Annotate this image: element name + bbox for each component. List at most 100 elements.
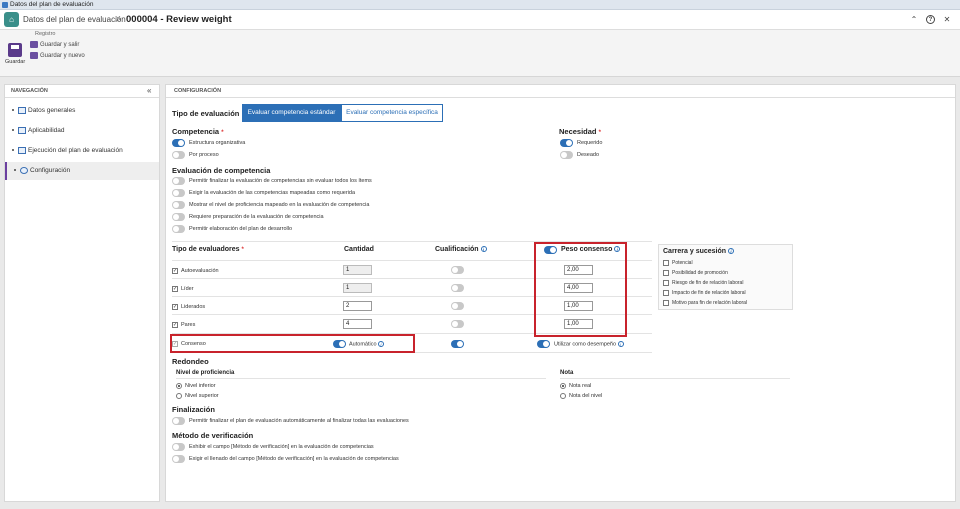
toggle-requerido[interactable] xyxy=(560,139,573,147)
bullet-icon xyxy=(12,109,14,111)
toggle-label: Exigir la evaluación de las competencias… xyxy=(189,190,356,196)
carrera-item-label: Riesgo de fin de relación laboral xyxy=(672,280,744,286)
required-icon: * xyxy=(221,130,224,136)
close-icon[interactable]: ✕ xyxy=(942,15,952,25)
checkbox-autoevaluacion[interactable]: ✓ xyxy=(172,268,178,274)
radio-nota-nivel[interactable] xyxy=(560,393,566,399)
finalizacion-title: Finalización xyxy=(172,405,215,414)
cualificacion-text: Cualificación xyxy=(435,246,479,253)
utilizar-label: Utilizar como desempeño i xyxy=(554,341,624,347)
app-window-icon xyxy=(2,2,8,8)
gear-icon xyxy=(20,167,28,174)
toggle-cualificacion-pares[interactable] xyxy=(451,320,464,328)
toggle-utilizar-desempeno[interactable] xyxy=(537,340,550,348)
metodo-verificacion-title: Método de verificación xyxy=(172,431,254,440)
toggle-mostrar-nivel[interactable] xyxy=(172,201,185,209)
bullet-icon xyxy=(14,169,16,171)
toggle-label: Exigir el llenado del campo [Método de v… xyxy=(189,456,399,462)
checkbox-liderados[interactable]: ✓ xyxy=(172,304,178,310)
toggle-cualificacion-liderados[interactable] xyxy=(451,302,464,310)
info-icon[interactable]: i xyxy=(617,341,624,347)
competencia-title-text: Competencia xyxy=(172,127,220,136)
necesidad-title-text: Necesidad xyxy=(559,127,597,136)
toggle-cualificacion-autoevaluacion[interactable] xyxy=(451,266,464,274)
cantidad-input-lider[interactable]: 1 xyxy=(343,283,372,293)
row-label: Liderados xyxy=(181,304,206,310)
toggle-label: Mostrar el nivel de proficiencia mapeado… xyxy=(189,202,370,208)
toggle-exigir-evaluacion[interactable] xyxy=(172,189,185,197)
radio-label: Nivel superior xyxy=(185,393,219,399)
checkbox-pares[interactable]: ✓ xyxy=(172,322,178,328)
save-exit-label: Guardar y salir xyxy=(40,42,80,49)
checkbox-impacto[interactable] xyxy=(663,290,669,296)
save-icon xyxy=(8,43,22,57)
toggle-requiere-preparacion[interactable] xyxy=(172,213,185,221)
checkbox-riesgo[interactable] xyxy=(663,280,669,286)
carrera-item-label: Impacto de fin de relación laboral xyxy=(672,290,746,296)
table-header-cualificacion: Cualificación i xyxy=(435,246,487,253)
redondeo-title: Redondeo xyxy=(172,357,209,366)
table-header-tipo-text: Tipo de evaluadores xyxy=(172,246,240,253)
cantidad-input-pares[interactable]: 4 xyxy=(343,319,372,329)
checkbox-promocion[interactable] xyxy=(663,270,669,276)
carrera-item-label: Potencial xyxy=(672,260,693,266)
evaluation-plan-icon: ⌂ xyxy=(4,12,19,27)
cantidad-input-autoevaluacion[interactable]: 1 xyxy=(343,265,372,275)
breadcrumb-parent[interactable]: Datos del plan de evaluación xyxy=(23,15,126,24)
toggle-label: Deseado xyxy=(577,152,600,158)
toggle-label: Exhibir el campo [Método de verificación… xyxy=(189,444,374,450)
info-icon[interactable]: i xyxy=(480,246,487,253)
toggle-label: Permitir elaboración del plan de desarro… xyxy=(189,226,293,232)
sidebar-item-label: Aplicabilidad xyxy=(28,127,65,134)
required-icon: * xyxy=(598,130,601,136)
save-exit-button[interactable]: Guardar y salir xyxy=(30,41,79,48)
save-label: Guardar xyxy=(5,59,26,65)
radio-nota-real[interactable] xyxy=(560,383,566,389)
page-header: ⌂ Datos del plan de evaluación > 000004 … xyxy=(0,10,960,30)
sidebar-item-datos-generales[interactable]: Datos generales xyxy=(5,102,159,120)
chevron-right-icon: > xyxy=(116,14,122,24)
help-icon[interactable]: ? xyxy=(926,15,935,24)
toggle-finalizar-automatico[interactable] xyxy=(172,417,185,425)
sidebar-item-configuracion[interactable]: Configuración xyxy=(5,162,159,180)
checkbox-motivo[interactable] xyxy=(663,300,669,306)
toggle-exigir-metodo[interactable] xyxy=(172,455,185,463)
toggle-estructura-organizativa[interactable] xyxy=(172,139,185,147)
toggle-cualificacion-lider[interactable] xyxy=(451,284,464,292)
ribbon-group-label: Registro xyxy=(35,31,56,37)
cantidad-input-liderados[interactable]: 2 xyxy=(343,301,372,311)
radio-nivel-inferior[interactable] xyxy=(176,383,182,389)
sidebar-collapse-icon[interactable]: « xyxy=(147,86,151,95)
ribbon-toolbar: Registro Guardar Guardar y salir Guardar… xyxy=(0,30,960,77)
schedule-icon xyxy=(18,147,26,154)
collapse-up-icon[interactable]: ⌃ xyxy=(909,15,919,25)
toggle-plan-desarrollo[interactable] xyxy=(172,225,185,233)
toggle-por-proceso[interactable] xyxy=(172,151,185,159)
info-icon[interactable]: i xyxy=(728,248,734,255)
highlight-peso-consenso xyxy=(534,242,627,337)
carrera-item-label: Posibilidad de promoción xyxy=(672,270,728,276)
toggle-deseado[interactable] xyxy=(560,151,573,159)
tab-competencia-especifica[interactable]: Evaluar competencia específica xyxy=(341,104,443,122)
save-new-label: Guardar y nuevo xyxy=(40,53,85,60)
toggle-cualificacion-consenso[interactable] xyxy=(451,340,464,348)
radio-nivel-superior[interactable] xyxy=(176,393,182,399)
tipo-evaluacion-label: Tipo de evaluación xyxy=(172,109,240,118)
radio-label: Nivel inferior xyxy=(185,383,216,389)
bullet-icon xyxy=(12,129,14,131)
row-label: Pares xyxy=(181,322,196,328)
sidebar-item-ejecucion[interactable]: Ejecución del plan de evaluación xyxy=(5,142,159,160)
radio-label: Nota real xyxy=(569,383,592,389)
save-new-button[interactable]: Guardar y nuevo xyxy=(30,52,85,59)
save-button[interactable]: Guardar xyxy=(5,43,25,73)
toggle-permitir-finalizar[interactable] xyxy=(172,177,185,185)
carrera-item-label: Motivo para fin de relación laboral xyxy=(672,300,748,306)
sidebar-item-aplicabilidad[interactable]: Aplicabilidad xyxy=(5,122,159,140)
window-title: Datos del plan de evaluación xyxy=(10,1,94,8)
checkbox-lider[interactable]: ✓ xyxy=(172,286,178,292)
checkbox-potencial[interactable] xyxy=(663,260,669,266)
radio-label: Nota del nivel xyxy=(569,393,603,399)
tab-competencia-estandar[interactable]: Evaluar competencia estándar xyxy=(242,104,341,122)
toggle-exhibir-metodo[interactable] xyxy=(172,443,185,451)
nota-title: Nota xyxy=(560,370,574,376)
